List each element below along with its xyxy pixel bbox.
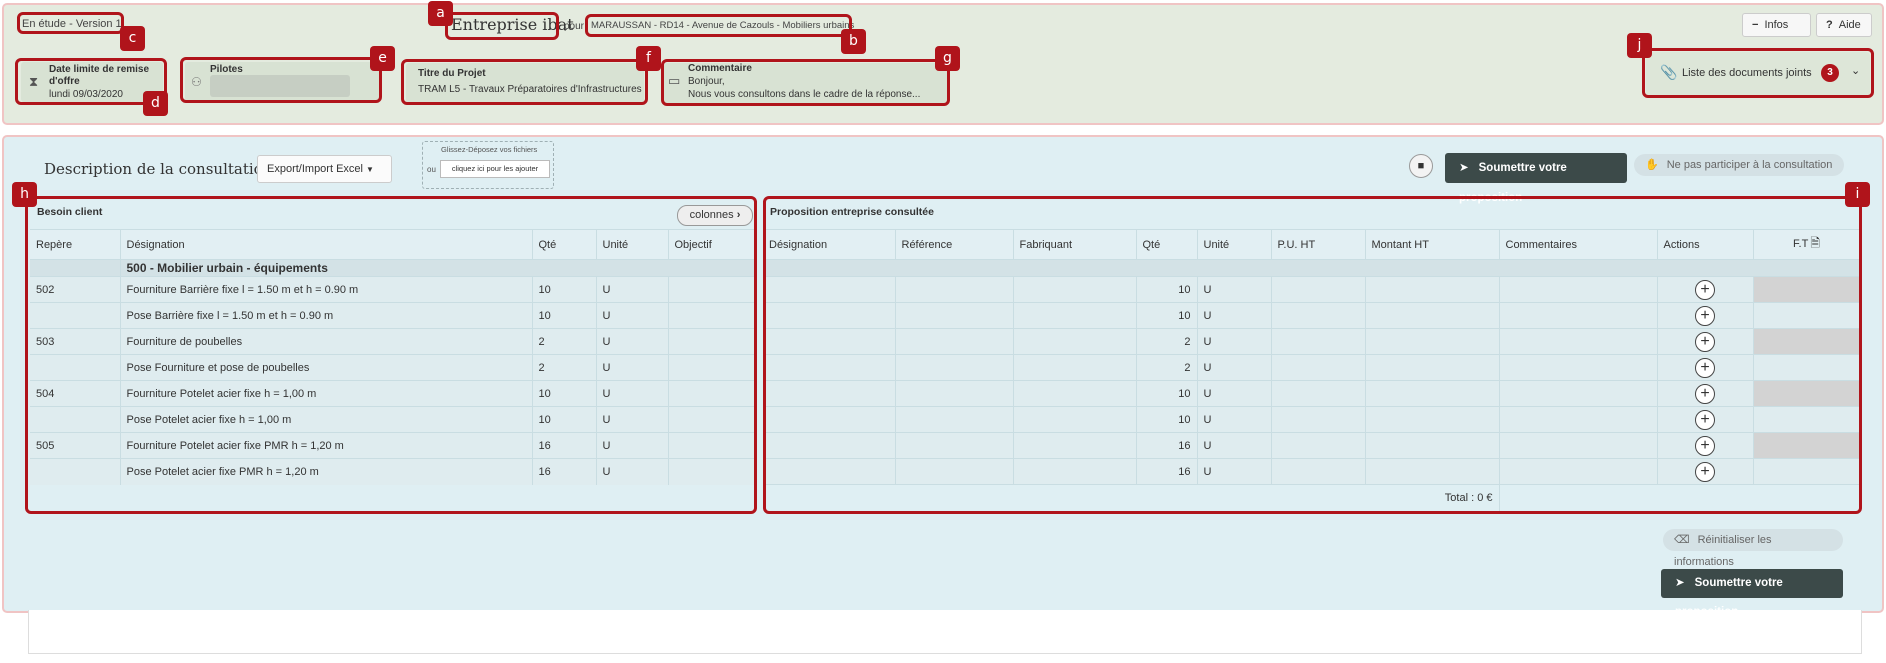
- annotation-box-h: [25, 196, 757, 514]
- send-icon: ➤: [1675, 577, 1685, 589]
- dropzone-click-button[interactable]: cliquez ici pour les ajouter: [440, 160, 550, 178]
- annotation-tag-g: g: [935, 46, 960, 71]
- save-button[interactable]: ■: [1409, 154, 1433, 178]
- annotation-tag-d: d: [143, 91, 168, 116]
- decline-label: Ne pas participer à la consultation: [1666, 159, 1833, 171]
- annotation-box-i: [763, 196, 1862, 514]
- annotation-box-b: [585, 14, 852, 37]
- pour-text: pour: [564, 21, 585, 32]
- annotation-box-j: [1642, 48, 1874, 98]
- dropzone-or: ou: [427, 165, 436, 174]
- annotation-box-c: [17, 12, 124, 34]
- dropzone-label: Glissez-Déposez vos fichiers: [441, 145, 538, 154]
- annotation-tag-f: f: [636, 46, 661, 71]
- submit-proposal-button-bottom[interactable]: ➤ Soumettre votre proposition: [1661, 569, 1843, 618]
- annotation-box-f: [401, 59, 648, 105]
- annotation-tag-i: i: [1845, 182, 1870, 207]
- annotation-tag-e: e: [370, 46, 395, 71]
- export-import-excel-button[interactable]: Export/Import Excel ▼: [257, 155, 392, 183]
- annotation-box-e: [180, 57, 382, 103]
- annotation-box-a: [445, 12, 559, 40]
- annotation-box-g: [661, 59, 950, 106]
- export-import-label: Export/Import Excel: [267, 163, 363, 175]
- annotation-tag-j: j: [1627, 33, 1652, 58]
- reset-button[interactable]: ⌫ Réinitialiser les informations: [1663, 529, 1843, 568]
- decline-button[interactable]: ✋ Ne pas participer à la consultation: [1634, 154, 1844, 176]
- hand-icon: ✋: [1645, 159, 1659, 171]
- lower-frame: [28, 610, 1862, 654]
- send-icon: ➤: [1459, 162, 1469, 174]
- consultation-title: Description de la consultation: [44, 160, 273, 178]
- infos-button[interactable]: − Infos: [1742, 13, 1811, 37]
- annotation-tag-a: a: [428, 1, 453, 26]
- annotation-tag-h: h: [12, 182, 37, 207]
- aide-label: Aide: [1838, 19, 1861, 31]
- question-icon: ?: [1826, 19, 1833, 31]
- annotation-tag-b: b: [841, 29, 866, 54]
- minus-icon: −: [1752, 19, 1759, 31]
- annotation-tag-c: c: [120, 26, 145, 51]
- caret-down-icon: ▼: [366, 165, 374, 174]
- infos-label: Infos: [1764, 19, 1789, 31]
- eraser-icon: ⌫: [1674, 534, 1690, 546]
- submit-proposal-button-top[interactable]: ➤ Soumettre votre proposition: [1445, 153, 1627, 204]
- aide-button[interactable]: ? Aide: [1816, 13, 1872, 37]
- file-dropzone[interactable]: Glissez-Déposez vos fichiers ou cliquez …: [422, 141, 554, 189]
- floppy-icon: ■: [1417, 160, 1425, 172]
